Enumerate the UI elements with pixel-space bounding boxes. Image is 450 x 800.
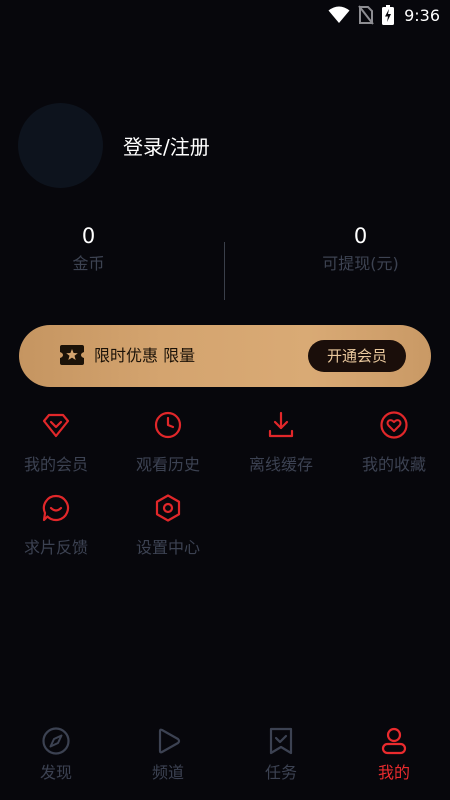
- open-vip-button[interactable]: 开通会员: [308, 340, 406, 372]
- clock-icon: [154, 411, 182, 439]
- menu-item-settings[interactable]: 设置中心: [112, 493, 224, 559]
- avatar[interactable]: [18, 103, 103, 188]
- heart-icon: [380, 411, 408, 439]
- status-time: 9:36: [404, 5, 440, 25]
- vip-promo-text: 限时优惠 限量: [94, 346, 196, 365]
- coins-value: 0: [81, 224, 96, 248]
- diamond-icon: [42, 413, 70, 438]
- vip-star-ticket-icon: [60, 345, 84, 365]
- menu-item-history[interactable]: 观看历史: [112, 410, 224, 476]
- tab-tasks[interactable]: 任务: [225, 726, 337, 784]
- tab-discover[interactable]: 发现: [0, 726, 112, 784]
- menu-label: 我的收藏: [361, 455, 426, 474]
- menu-label: 观看历史: [135, 455, 200, 474]
- menu-item-feedback[interactable]: 求片反馈: [0, 493, 112, 559]
- wifi-icon: [328, 6, 350, 23]
- stats-section: 0 金币 0 可提现(元): [0, 222, 450, 300]
- withdrawable-stat[interactable]: 0 可提现(元): [248, 222, 450, 276]
- profile-login[interactable]: 登录/注册: [18, 103, 210, 188]
- coins-stat[interactable]: 0 金币: [0, 222, 201, 276]
- download-icon: [268, 411, 294, 438]
- tab-channels[interactable]: 频道: [112, 726, 224, 784]
- withdrawable-value: 0: [353, 224, 368, 248]
- menu-label: 离线缓存: [248, 455, 313, 474]
- vip-promo-banner[interactable]: 限时优惠 限量 开通会员: [19, 325, 431, 387]
- settings-icon: [155, 494, 181, 522]
- menu-item-favorites[interactable]: 我的收藏: [338, 410, 450, 476]
- user-icon: [381, 727, 407, 755]
- login-register-link[interactable]: 登录/注册: [123, 131, 210, 160]
- tab-label: 发现: [39, 763, 72, 782]
- no-sim-icon: [358, 5, 374, 25]
- battery-charging-icon: [382, 5, 395, 25]
- menu-item-offline-cache[interactable]: 离线缓存: [225, 410, 337, 476]
- status-bar: 9:36: [0, 0, 450, 30]
- tab-mine[interactable]: 我的: [338, 726, 450, 784]
- compass-icon: [42, 727, 70, 755]
- menu-label: 设置中心: [135, 538, 200, 557]
- bookmark-icon: [269, 727, 293, 755]
- menu-label: 求片反馈: [23, 538, 88, 557]
- tab-label: 任务: [264, 763, 297, 782]
- menu-label: 我的会员: [23, 455, 88, 474]
- stats-divider: [224, 242, 225, 300]
- withdrawable-label: 可提现(元): [322, 254, 399, 273]
- play-icon: [158, 728, 181, 754]
- tab-label: 频道: [151, 763, 184, 782]
- coins-label: 金币: [72, 254, 105, 273]
- bottom-tab-bar: 发现 频道 任务 我的: [0, 716, 450, 800]
- tab-label: 我的: [377, 763, 410, 782]
- chat-icon: [42, 494, 70, 522]
- menu-item-membership[interactable]: 我的会员: [0, 410, 112, 476]
